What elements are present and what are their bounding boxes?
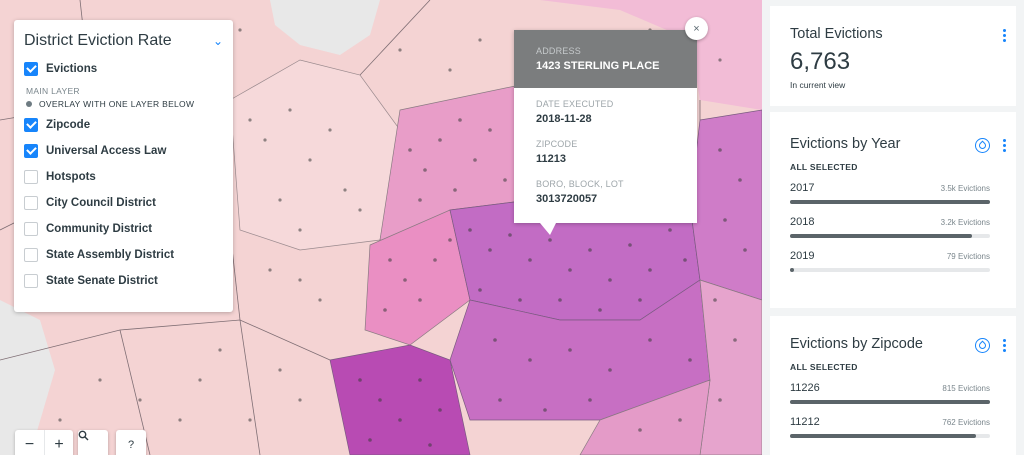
district-darkpurple xyxy=(329,344,471,455)
layer-item-community-district[interactable]: Community District xyxy=(24,216,223,242)
address-label: ADDRESS xyxy=(536,46,581,56)
date-label: DATE EXECUTED xyxy=(536,99,614,109)
checkbox[interactable] xyxy=(24,118,38,132)
evictions-by-year-widget: Evictions by Year ALL SELECTED 2017 3.5k … xyxy=(770,112,1016,308)
category-row[interactable]: 11212 762 Evictions xyxy=(790,416,990,438)
selection-status: ALL SELECTED xyxy=(790,162,858,172)
category-count: 815 Evictions xyxy=(942,384,990,393)
address-value: 1423 STERLING PLACE xyxy=(536,60,660,72)
zipcode-label: ZIPCODE xyxy=(536,139,578,149)
layer-item-zipcode[interactable]: Zipcode xyxy=(24,112,223,138)
layer-item-city-council-district[interactable]: City Council District xyxy=(24,190,223,216)
zoom-controls: − + xyxy=(15,430,73,455)
checkbox[interactable] xyxy=(24,222,38,236)
bar-fill xyxy=(790,268,794,272)
color-drop-icon[interactable] xyxy=(975,138,990,153)
layer-label: Zipcode xyxy=(46,119,91,131)
layer-label: Universal Access Law xyxy=(46,145,167,157)
search-icon[interactable] xyxy=(78,430,108,455)
category-label: 11212 xyxy=(790,416,820,428)
layer-item-universal-access-law[interactable]: Universal Access Law xyxy=(24,138,223,164)
category-row[interactable]: 2017 3.5k Evictions xyxy=(790,182,990,204)
category-label: 2017 xyxy=(790,182,815,194)
category-count: 79 Evictions xyxy=(946,252,990,261)
category-label: 2018 xyxy=(790,216,815,228)
category-label: 2019 xyxy=(790,250,815,262)
layers-panel-title: District Eviction Rate xyxy=(24,32,172,49)
layer-item-hotspots[interactable]: Hotspots xyxy=(24,164,223,190)
bar-fill xyxy=(790,200,990,204)
main-layer-label: MAIN LAYER xyxy=(26,86,80,96)
layer-label: Hotspots xyxy=(46,171,96,183)
overlay-label: OVERLAY WITH ONE LAYER BELOW xyxy=(39,99,195,109)
zoom-in-button[interactable]: + xyxy=(44,430,73,455)
widgets-sidebar: Total Evictions 6,763 In current view Ev… xyxy=(762,0,1024,455)
layers-panel: District Eviction Rate ⌄ Evictions MAIN … xyxy=(14,20,233,312)
checkbox[interactable] xyxy=(24,248,38,262)
total-evictions-widget: Total Evictions 6,763 In current view xyxy=(770,6,1016,106)
layer-item-evictions[interactable]: Evictions xyxy=(24,56,223,82)
layer-label: Community District xyxy=(46,223,153,235)
category-count: 3.2k Evictions xyxy=(940,218,990,227)
layer-item-state-assembly-district[interactable]: State Assembly District xyxy=(24,242,223,268)
help-button[interactable]: ? xyxy=(116,430,146,455)
more-options-icon[interactable] xyxy=(1003,138,1006,153)
checkbox[interactable] xyxy=(24,170,38,184)
layer-label: Evictions xyxy=(46,63,98,75)
zoom-out-button[interactable]: − xyxy=(15,430,44,455)
chevron-down-icon[interactable]: ⌄ xyxy=(213,34,223,48)
zipcode-value: 11213 xyxy=(536,153,566,165)
date-value: 2018-11-28 xyxy=(536,113,592,125)
total-value: 6,763 xyxy=(790,48,851,75)
popup-tail xyxy=(540,223,556,235)
close-icon[interactable]: × xyxy=(685,17,708,40)
category-count: 3.5k Evictions xyxy=(940,184,990,193)
bar-track xyxy=(790,268,990,272)
layer-label: State Assembly District xyxy=(46,249,175,261)
layer-item-state-senate-district[interactable]: State Senate District xyxy=(24,268,223,294)
category-row[interactable]: 2018 3.2k Evictions xyxy=(790,216,990,238)
bar-fill xyxy=(790,400,990,404)
evictions-by-zipcode-widget: Evictions by Zipcode ALL SELECTED 11226 8… xyxy=(770,316,1016,455)
checkbox[interactable] xyxy=(24,196,38,210)
layer-label: City Council District xyxy=(46,197,156,209)
layer-label: State Senate District xyxy=(46,275,158,287)
more-options-icon[interactable] xyxy=(1003,338,1006,353)
checkbox[interactable] xyxy=(24,62,38,76)
radio-dot-icon xyxy=(26,101,32,107)
total-caption: In current view xyxy=(790,80,846,90)
category-row[interactable]: 2019 79 Evictions xyxy=(790,250,990,272)
category-row[interactable]: 11226 815 Evictions xyxy=(790,382,990,404)
bar-track xyxy=(790,434,990,438)
bar-track xyxy=(790,234,990,238)
info-popup: ADDRESS 1423 STERLING PLACE DATE EXECUTE… xyxy=(514,30,697,235)
color-drop-icon[interactable] xyxy=(975,338,990,353)
bbl-label: BORO, BLOCK, LOT xyxy=(536,179,624,189)
checkbox[interactable] xyxy=(24,144,38,158)
checkbox[interactable] xyxy=(24,274,38,288)
bbl-value: 3013720057 xyxy=(536,193,598,205)
category-count: 762 Evictions xyxy=(942,418,990,427)
widget-title: Total Evictions xyxy=(790,26,883,42)
category-label: 11226 xyxy=(790,382,820,394)
bar-track xyxy=(790,200,990,204)
map-canvas[interactable]: District Eviction Rate ⌄ Evictions MAIN … xyxy=(0,0,762,455)
bar-fill xyxy=(790,234,972,238)
bar-fill xyxy=(790,434,976,438)
more-options-icon[interactable] xyxy=(1003,28,1006,43)
bar-track xyxy=(790,400,990,404)
selection-status: ALL SELECTED xyxy=(790,362,858,372)
overlay-option[interactable]: OVERLAY WITH ONE LAYER BELOW xyxy=(26,96,223,112)
